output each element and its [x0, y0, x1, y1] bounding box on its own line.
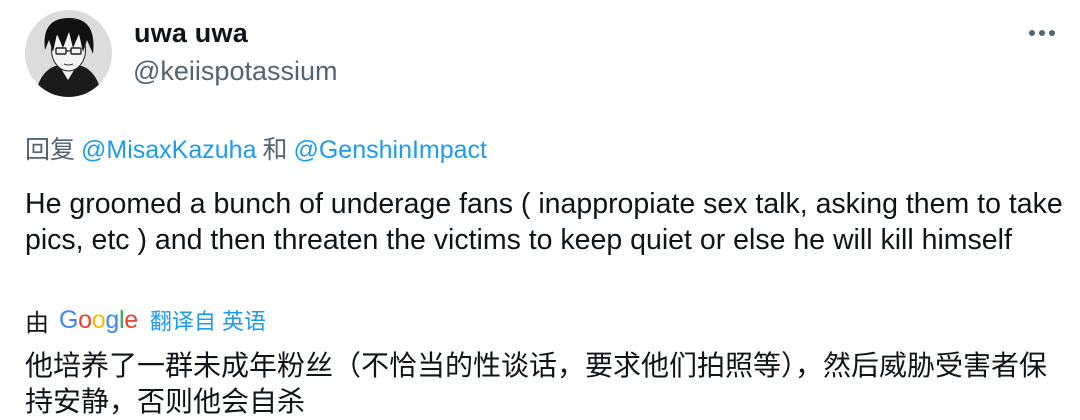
more-horizontal-icon-dot	[1049, 30, 1055, 36]
google-logo: Google	[59, 305, 138, 334]
mention-link[interactable]: @MisaxKazuha	[81, 136, 256, 164]
user-handle[interactable]: @keiispotassium	[133, 56, 337, 87]
reply-prefix: 回复	[25, 136, 76, 164]
translated-by-label: 由	[25, 309, 49, 337]
translation-attribution: 由 Google 翻译自 英语	[25, 303, 266, 337]
reply-conjunction: 和	[262, 136, 288, 164]
more-horizontal-icon-dot	[1039, 30, 1045, 36]
avatar-image	[25, 10, 112, 97]
translated-text: 他培养了一群未成年粉丝（不恰当的性谈话，要求他们拍照等），然后威胁受害者保持安静…	[25, 350, 1048, 417]
tweet-text: He groomed a bunch of underage fans ( in…	[25, 188, 1063, 256]
more-horizontal-icon	[1029, 30, 1035, 36]
display-name[interactable]: uwa uwa	[134, 18, 248, 49]
more-options-button[interactable]	[1022, 18, 1062, 48]
avatar[interactable]	[25, 10, 112, 97]
translated-from-link[interactable]: 翻译自 英语	[150, 304, 266, 336]
mention-link[interactable]: @GenshinImpact	[293, 136, 487, 164]
replying-to: 回复 @MisaxKazuha 和 @GenshinImpact	[25, 130, 487, 166]
